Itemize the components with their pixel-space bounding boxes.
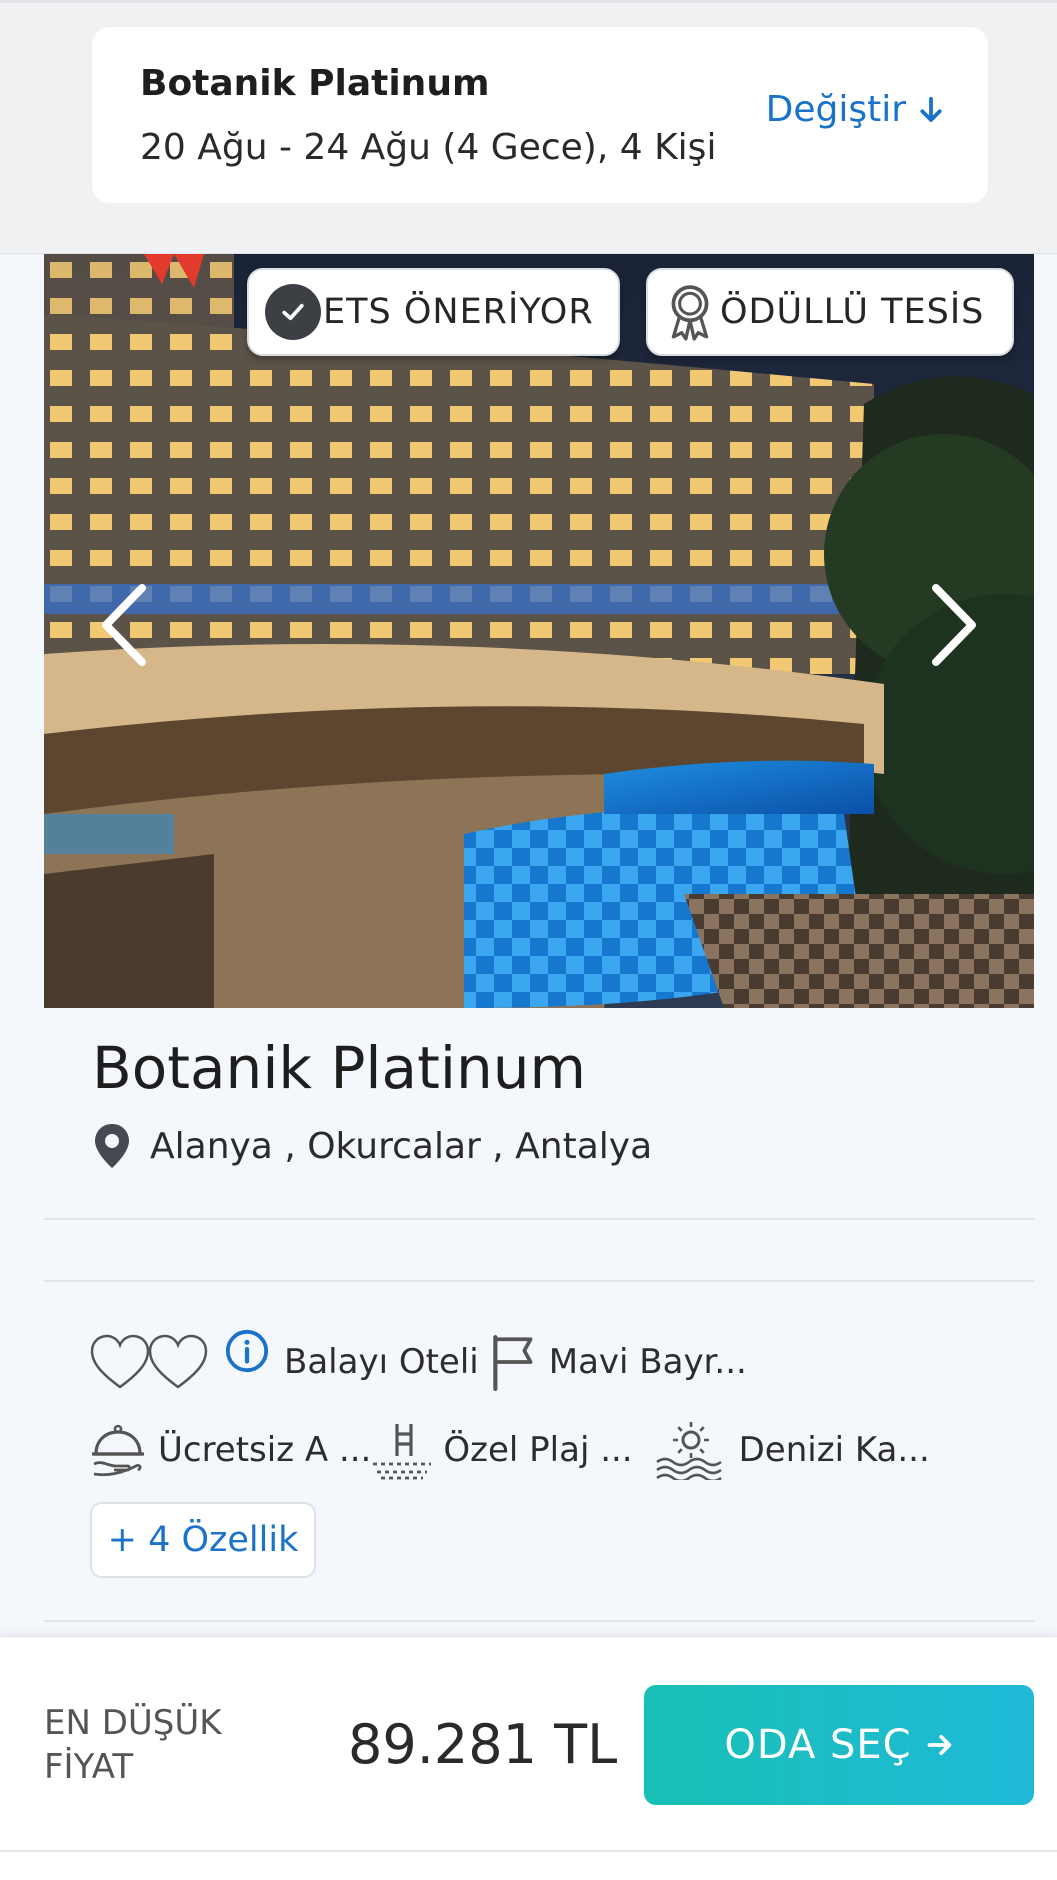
search-summary-card: Botanik Platinum 20 Ağu - 24 Ağu (4 Gece… xyxy=(92,27,988,203)
ets-recommends-badge: ETS ÖNERİYOR xyxy=(247,268,620,356)
divider xyxy=(44,1218,1034,1220)
award-badge-label: ÖDÜLLÜ TESİS xyxy=(720,292,985,332)
arrow-right-icon xyxy=(927,1734,951,1756)
price-footer: EN DÜŞÜK FİYAT 89.281 TL ODA SEÇ xyxy=(0,1636,1057,1880)
sea-sun-icon xyxy=(655,1422,722,1480)
search-summary-strip: Botanik Platinum 20 Ağu - 24 Ağu (4 Gece… xyxy=(0,0,1057,254)
feature-room-service: Ücretsiz A ... xyxy=(88,1422,371,1478)
location-text: Alanya , Okurcalar , Antalya xyxy=(150,1125,653,1167)
change-label: Değiştir xyxy=(765,89,906,130)
summary-dates: 20 Ağu - 24 Ağu (4 Gece), 4 Kişi xyxy=(140,127,717,168)
feature-label: Mavi Bayr... xyxy=(548,1342,747,1382)
feature-private-beach: Özel Plaj ... xyxy=(371,1420,633,1480)
info-icon[interactable] xyxy=(224,1328,270,1374)
divider xyxy=(44,1620,1034,1622)
features-row-1: Balayı Oteli Mavi Bayr... xyxy=(88,1328,747,1396)
bottom-edge xyxy=(0,1850,1057,1852)
map-pin-icon xyxy=(95,1124,129,1168)
award-badge: ÖDÜLLÜ TESİS xyxy=(646,268,1014,356)
award-icon xyxy=(671,285,709,341)
feature-label: Denizi Ka... xyxy=(738,1430,930,1470)
hotel-photo-gallery[interactable]: ETS ÖNERİYOR ÖDÜLLÜ TESİS xyxy=(44,254,1034,1008)
select-room-button[interactable]: ODA SEÇ xyxy=(644,1685,1034,1805)
lowest-price-value: 89.281 TL xyxy=(348,1713,618,1776)
arrow-down-icon xyxy=(920,96,942,122)
ets-badge-label: ETS ÖNERİYOR xyxy=(323,292,594,332)
feature-label: Özel Plaj ... xyxy=(443,1430,633,1470)
chevron-left-icon[interactable] xyxy=(94,580,154,670)
lowest-price-label: EN DÜŞÜK FİYAT xyxy=(44,1703,222,1787)
change-search-button[interactable]: Değiştir xyxy=(766,89,946,130)
more-features-button[interactable]: + 4 Özellik xyxy=(90,1502,316,1578)
summary-hotel-name: Botanik Platinum xyxy=(140,63,490,104)
hotel-location: Alanya , Okurcalar , Antalya xyxy=(92,1122,652,1170)
feature-blue-flag: Mavi Bayr... xyxy=(489,1333,747,1391)
feature-label: Balayı Oteli xyxy=(284,1342,479,1382)
hearts-icon xyxy=(90,1334,208,1389)
beach-ladder-icon xyxy=(373,1424,432,1480)
feature-sea-view: Denizi Ka... xyxy=(653,1420,930,1480)
check-circle-icon xyxy=(265,284,321,340)
chevron-right-icon[interactable] xyxy=(924,580,984,670)
features-row-2: Ücretsiz A ... Özel Plaj ... Denizi Ka..… xyxy=(88,1420,930,1480)
hotel-title: Botanik Platinum xyxy=(92,1034,586,1102)
hotel-photo xyxy=(44,254,1034,1008)
feature-honeymoon: Balayı Oteli xyxy=(284,1342,479,1382)
room-service-icon xyxy=(92,1424,144,1477)
feature-label: Ücretsiz A ... xyxy=(158,1430,372,1470)
select-room-label: ODA SEÇ xyxy=(724,1722,912,1768)
flag-icon xyxy=(493,1335,533,1391)
divider xyxy=(44,1280,1034,1282)
